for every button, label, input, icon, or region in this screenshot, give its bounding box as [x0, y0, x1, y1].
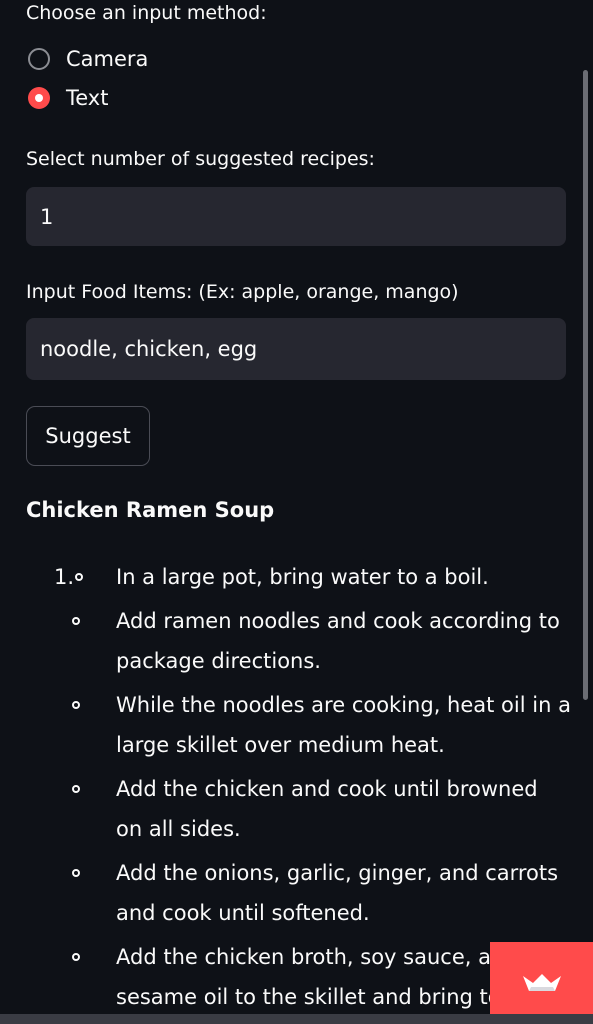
recipes-count-input[interactable]: 1 [26, 187, 566, 246]
radio-camera-circle[interactable] [28, 48, 50, 70]
recipe-step-line: While the noodles are cooking, heat oil … [116, 693, 571, 717]
step-bullet [72, 701, 80, 709]
step-bullet [72, 869, 80, 877]
recipe-step-3: While the noodles are cooking, heat oil … [116, 685, 571, 765]
streamlit-crown-icon [522, 974, 561, 991]
recipe-step-line: large skillet over medium heat. [116, 733, 445, 757]
step-number-marker: 1. [54, 565, 75, 589]
recipe-step-line: Add the onions, garlic, ginger, and carr… [116, 861, 559, 885]
food-items-input[interactable]: noodle, chicken, egg [26, 318, 566, 380]
recipe-step-line: and cook until softened. [116, 901, 370, 925]
suggest-button[interactable]: Suggest [26, 406, 150, 466]
recipe-step-1: In a large pot, bring water to a boil. [116, 557, 571, 597]
radio-text-circle[interactable] [28, 87, 50, 109]
recipe-step-line: package directions. [116, 649, 321, 673]
recipe-step-line: Add ramen noodles and cook according to [116, 609, 560, 633]
radio-text-label[interactable]: Text [66, 86, 108, 110]
streamlit-badge[interactable] [490, 942, 593, 1024]
recipe-title: Chicken Ramen Soup [26, 498, 275, 522]
recipe-step-6: Add the chicken broth, soy sauce, and se… [116, 937, 491, 1017]
recipes-count-label: Select number of suggested recipes: [26, 148, 375, 170]
recipe-step-line: Add the chicken and cook until browned [116, 777, 538, 801]
radio-camera-label[interactable]: Camera [66, 47, 148, 71]
food-items-label: Input Food Items: (Ex: apple, orange, ma… [26, 281, 459, 303]
step-bullet [72, 785, 80, 793]
recipe-step-line: sesame oil to the skillet and bring to [116, 985, 491, 1009]
recipe-step-line: Add the chicken broth, soy sauce, and [116, 945, 491, 969]
bottom-bar [0, 1014, 593, 1024]
radio-text[interactable]: Text [28, 84, 108, 112]
radio-camera[interactable]: Camera [28, 45, 148, 73]
step-bullet [75, 573, 83, 581]
recipe-step-line: In a large pot, bring water to a boil. [116, 565, 489, 589]
recipe-step-2: Add ramen noodles and cook according to … [116, 601, 571, 681]
recipe-step-5: Add the onions, garlic, ginger, and carr… [116, 853, 571, 933]
input-method-label: Choose an input method: [26, 2, 267, 24]
food-items-value: noodle, chicken, egg [40, 337, 258, 361]
recipe-step-line: on all sides. [116, 817, 241, 841]
recipes-count-value: 1 [40, 204, 54, 229]
step-bullet [72, 953, 80, 961]
step-bullet [72, 617, 80, 625]
app-page: Choose an input method: Camera Text Sele… [0, 0, 593, 1024]
scrollbar[interactable] [583, 70, 588, 700]
recipe-step-4: Add the chicken and cook until browned o… [116, 769, 571, 849]
